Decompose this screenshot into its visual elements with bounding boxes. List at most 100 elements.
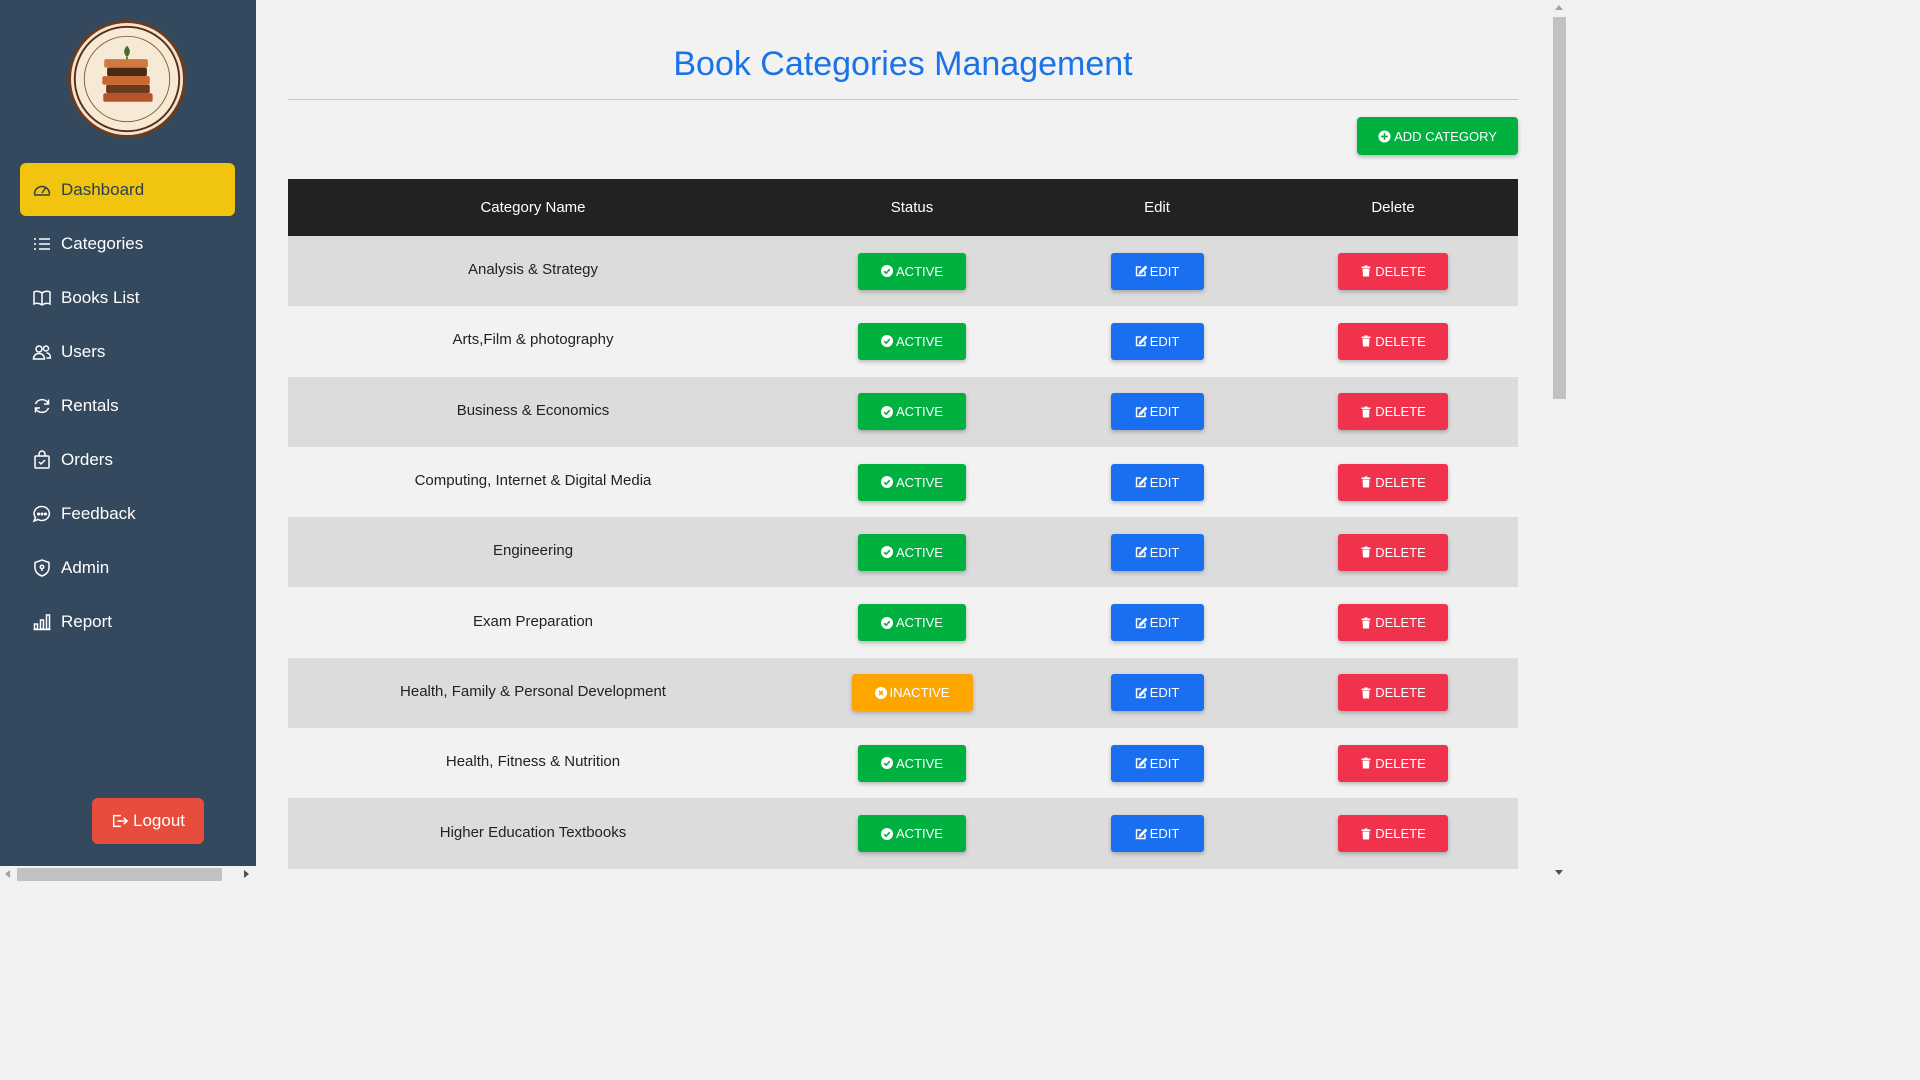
status-cell: ACTIVE (778, 533, 1046, 571)
sidebar-item-label: Orders (61, 450, 113, 469)
horizontal-scroll-thumb[interactable] (17, 868, 222, 881)
edit-label: EDIT (1149, 333, 1180, 349)
delete-cell: DELETE (1268, 393, 1518, 431)
delete-button[interactable]: DELETE (1338, 604, 1448, 642)
title-divider (288, 99, 1518, 100)
sidebar-item-label: Feedback (61, 504, 136, 523)
trash-icon (1360, 757, 1375, 769)
brand-logo[interactable] (68, 20, 186, 138)
edit-button[interactable]: EDIT (1110, 463, 1204, 501)
status-toggle-button[interactable]: ACTIVE (858, 604, 966, 642)
edit-cell: EDIT (1046, 393, 1268, 431)
edit-cell: EDIT (1046, 463, 1268, 501)
category-name: Higher Education Textbooks (439, 823, 627, 841)
sidebar-item-feedback[interactable]: Feedback (20, 487, 235, 541)
trash-icon (1360, 476, 1375, 488)
edit-button[interactable]: EDIT (1110, 815, 1204, 853)
logout-button[interactable]: Logout (92, 798, 204, 844)
edit-button[interactable]: EDIT (1110, 393, 1204, 431)
status-cell: ACTIVE (778, 322, 1046, 360)
scroll-up-arrow-icon[interactable] (1555, 5, 1563, 10)
status-cell: ACTIVE (778, 252, 1046, 290)
edit-button[interactable]: EDIT (1110, 252, 1204, 290)
edit-button[interactable]: EDIT (1110, 674, 1204, 712)
page-title: Book Categories Management (673, 45, 1133, 83)
gauge-icon (32, 180, 52, 200)
edit-button[interactable]: EDIT (1110, 533, 1204, 571)
trash-icon (1360, 406, 1375, 418)
status-cell: INACTIVE (778, 674, 1046, 712)
sidebar-item-orders[interactable]: Orders (20, 433, 235, 487)
plus-circle-icon (1378, 129, 1394, 143)
trash-icon (1360, 335, 1375, 347)
add-category-label: ADD CATEGORY (1394, 128, 1497, 144)
edit-cell: EDIT (1046, 674, 1268, 712)
check-circle-icon (881, 476, 896, 489)
delete-button[interactable]: DELETE (1338, 744, 1448, 782)
sidebar-item-admin[interactable]: Admin (20, 541, 235, 595)
sidebar-item-users[interactable]: Users (20, 325, 235, 379)
add-category-button[interactable]: ADD CATEGORY (1357, 117, 1518, 155)
delete-button[interactable]: DELETE (1338, 674, 1448, 712)
category-name: Exam Preparation (472, 612, 594, 630)
delete-cell: DELETE (1268, 744, 1518, 782)
delete-cell: DELETE (1268, 463, 1518, 501)
edit-icon (1135, 546, 1150, 558)
edit-icon (1135, 617, 1150, 629)
sidebar-item-books-list[interactable]: Books List (20, 271, 235, 325)
trash-icon (1360, 617, 1375, 629)
status-toggle-button[interactable]: ACTIVE (858, 815, 966, 853)
sidebar-item-dashboard[interactable]: Dashboard (20, 163, 235, 216)
table-row: Business & Economics ACTIVE EDIT DELETE (288, 376, 1518, 447)
check-circle-icon (881, 335, 896, 348)
chat-icon (32, 504, 52, 524)
scroll-down-arrow-icon[interactable] (1555, 870, 1563, 875)
category-name: Business & Economics (456, 401, 610, 419)
bar-chart-icon (32, 612, 52, 632)
sidebar-item-categories[interactable]: Categories (20, 217, 235, 271)
horizontal-scrollbar[interactable] (0, 866, 256, 883)
delete-button[interactable]: DELETE (1338, 393, 1448, 431)
delete-button[interactable]: DELETE (1338, 815, 1448, 853)
delete-button[interactable]: DELETE (1338, 533, 1448, 571)
sidebar-item-report[interactable]: Report (20, 595, 235, 649)
edit-label: EDIT (1149, 263, 1180, 279)
edit-cell: EDIT (1046, 533, 1268, 571)
delete-label: DELETE (1375, 826, 1426, 842)
delete-button[interactable]: DELETE (1338, 252, 1448, 290)
vertical-scrollbar[interactable] (1551, 0, 1568, 883)
status-cell: ACTIVE (778, 393, 1046, 431)
status-label: INACTIVE (889, 685, 950, 701)
edit-label: EDIT (1149, 826, 1180, 842)
delete-button[interactable]: DELETE (1338, 322, 1448, 360)
status-toggle-button[interactable]: INACTIVE (851, 674, 973, 712)
trash-icon (1360, 828, 1375, 840)
vertical-scroll-thumb[interactable] (1553, 17, 1566, 399)
edit-button[interactable]: EDIT (1110, 322, 1204, 360)
status-toggle-button[interactable]: ACTIVE (858, 463, 966, 501)
scroll-left-arrow-icon[interactable] (5, 870, 10, 878)
trash-icon (1360, 265, 1375, 277)
sidebar-item-rentals[interactable]: Rentals (20, 379, 235, 433)
table-row: Exam Preparation ACTIVE EDIT DELETE (288, 587, 1518, 658)
status-toggle-button[interactable]: ACTIVE (858, 322, 966, 360)
status-toggle-button[interactable]: ACTIVE (858, 393, 966, 431)
status-toggle-button[interactable]: ACTIVE (858, 533, 966, 571)
trash-icon (1360, 687, 1375, 699)
delete-label: DELETE (1375, 404, 1426, 420)
bag-icon (32, 450, 52, 470)
edit-icon (1135, 757, 1150, 769)
scroll-right-arrow-icon[interactable] (244, 870, 249, 878)
delete-button[interactable]: DELETE (1338, 463, 1448, 501)
edit-button[interactable]: EDIT (1110, 604, 1204, 642)
edit-label: EDIT (1149, 615, 1180, 631)
edit-icon (1135, 406, 1150, 418)
status-toggle-button[interactable]: ACTIVE (858, 252, 966, 290)
edit-label: EDIT (1149, 685, 1180, 701)
edit-button[interactable]: EDIT (1110, 744, 1204, 782)
trash-icon (1360, 546, 1375, 558)
sidebar-item-label: Books List (61, 288, 140, 307)
status-toggle-button[interactable]: ACTIVE (858, 744, 966, 782)
column-header-category-name: Category Name (480, 199, 586, 216)
check-circle-icon (881, 546, 896, 559)
